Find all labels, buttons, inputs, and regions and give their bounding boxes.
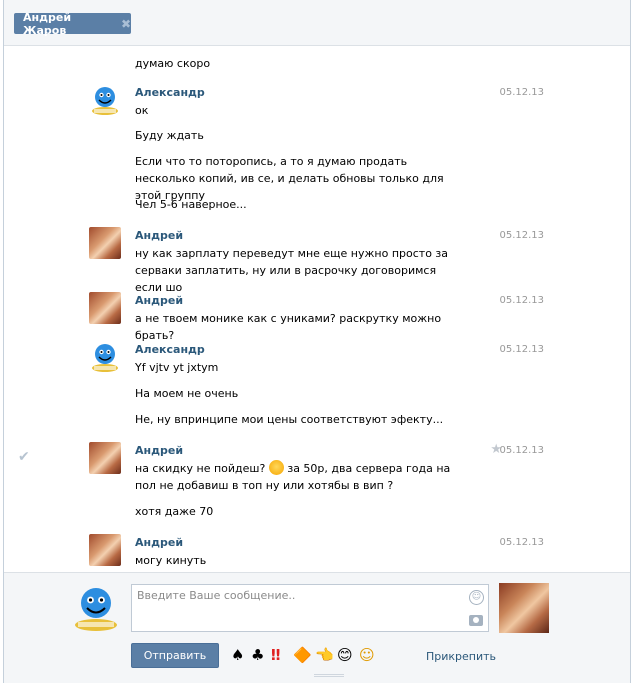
message-author[interactable]: Александр [135, 343, 205, 356]
message-date: 05.12.13 [499, 295, 544, 306]
smile-icon[interactable]: ☺ [469, 590, 484, 605]
message-date: 05.12.13 [499, 87, 544, 98]
message-text-part: на скидку не пойдеш? [135, 462, 266, 475]
avatar[interactable] [89, 534, 121, 566]
message-text: Чел 5-6 наверное... [135, 198, 247, 211]
message-date: 05.12.13 [499, 537, 544, 548]
message-date: 05.12.13 [499, 445, 544, 456]
message-text: На моем не очень [135, 387, 239, 400]
attach-link[interactable]: Прикрепить [426, 650, 496, 663]
message-author[interactable]: Андрей [135, 444, 183, 457]
avatar[interactable] [89, 442, 121, 474]
message-input[interactable] [132, 585, 462, 629]
my-avatar[interactable] [71, 583, 121, 633]
message-input-box[interactable]: ☺ [131, 584, 489, 632]
message-text: ок [135, 104, 149, 117]
double-exclamation-emoji-icon[interactable]: ‼ [271, 646, 280, 664]
message-author[interactable]: Андрей [135, 229, 183, 242]
message-text: на скидку не пойдеш? за 50р, два сервера… [135, 460, 465, 494]
message-author[interactable]: Андрей [135, 536, 183, 549]
message-date: 05.12.13 [499, 230, 544, 241]
spade-emoji-icon[interactable]: ♠ [231, 646, 244, 664]
message-date: 05.12.13 [499, 344, 544, 355]
resize-handle[interactable] [314, 674, 344, 677]
chat-header: Андрей Жаров ✖ [4, 0, 630, 46]
chat-window: Андрей Жаров ✖ думаю скоро Александр 05.… [3, 0, 631, 683]
peer-avatar[interactable] [499, 583, 549, 633]
avatar[interactable] [89, 292, 121, 324]
close-icon[interactable]: ✖ [121, 18, 131, 30]
chat-tab-title: Андрей Жаров [23, 10, 72, 37]
message-author[interactable]: Александр [135, 86, 205, 99]
avatar[interactable] [89, 84, 121, 116]
checkmark-icon[interactable]: ✔ [18, 449, 30, 465]
message-text: Буду ждать [135, 129, 204, 142]
message-text: ну как зарплату переведут мне еще нужно … [135, 247, 449, 294]
smile-emoji-icon [268, 460, 284, 475]
message-text: а не твоем монике как с униками? раскрут… [135, 312, 442, 342]
message-text: думаю скоро [135, 57, 211, 70]
message-text: Yf vjtv yt jxtym [135, 361, 219, 374]
message-text: могу кинуть [135, 554, 207, 567]
avatar[interactable] [89, 341, 121, 373]
message-text: Не, ну впринципе мои цены соответствуют … [135, 413, 444, 426]
message-text: хотя даже 70 [135, 505, 214, 518]
message-list[interactable]: думаю скоро Александр 05.12.13 ок Буду ж… [4, 47, 630, 572]
message-author[interactable]: Андрей [135, 294, 183, 307]
club-emoji-icon[interactable]: ♣ [251, 646, 264, 664]
pointing-hand-emoji-icon[interactable]: 👈 [315, 646, 334, 664]
avatar[interactable] [89, 227, 121, 259]
chat-tab[interactable]: Андрей Жаров ✖ [14, 10, 131, 37]
camera-icon[interactable] [469, 615, 483, 626]
blush-emoji-icon[interactable]: ☺ [359, 646, 375, 664]
smile-emoji-icon[interactable]: 😊 [337, 646, 353, 664]
diamond-emoji-icon[interactable]: 🔶 [293, 646, 312, 664]
send-button[interactable]: Отправить [131, 643, 219, 668]
composer: ☺ Отправить ♠ ♣ ‼ 🔶 👈 😊 ☺ Прикрепить [4, 572, 630, 683]
